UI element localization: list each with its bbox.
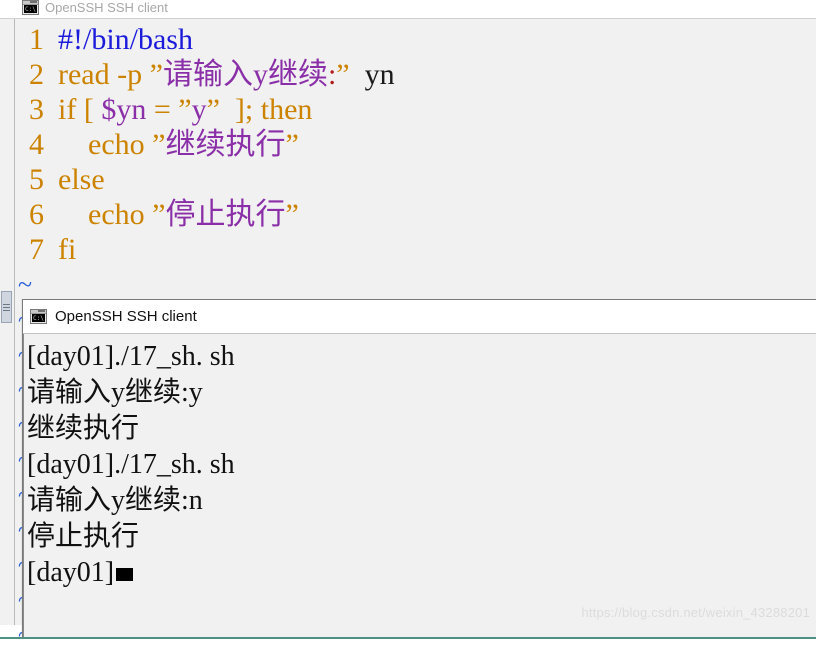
code-line: 7 fi xyxy=(18,232,808,267)
code-line: 5 else xyxy=(18,162,808,197)
code-line: 2 read -p ”请输入y继续:” yn xyxy=(18,57,808,92)
code-token-quote: ” xyxy=(336,58,350,91)
terminal-window[interactable]: C:\. OpenSSH SSH client [day01]./17_sh. … xyxy=(22,299,816,637)
code-token-string: y xyxy=(191,93,207,126)
code-token-string: 停止执行 xyxy=(165,198,286,231)
bottom-edge-strip xyxy=(0,637,816,643)
code-token-var: $yn xyxy=(101,93,147,126)
code-token-punct: [ xyxy=(83,93,94,126)
terminal-line: 请输入y继续:n xyxy=(27,483,816,519)
code-token-string: 继续执行 xyxy=(165,128,286,161)
terminal-line-text: [day01] xyxy=(27,557,115,588)
line-number: 1 xyxy=(29,23,44,56)
code-line: 6 echo ”停止执行” xyxy=(18,197,808,232)
terminal-line-text: 停止执行 xyxy=(27,521,140,552)
console-icon: C:\. xyxy=(22,0,39,15)
scrollbar-grip[interactable] xyxy=(3,304,10,311)
code-token-keyword: if xyxy=(58,93,77,126)
code-token-quote: ” xyxy=(152,198,166,231)
line-number: 3 xyxy=(29,93,44,126)
code-token-keyword: read xyxy=(58,58,110,91)
console-icon-screen: C:\. xyxy=(32,314,45,322)
terminal-line: [day01] xyxy=(27,555,816,591)
code-token-keyword: else xyxy=(58,163,105,196)
code-token-punct: ] xyxy=(234,93,245,126)
editor-scrollbar[interactable] xyxy=(1,291,12,323)
terminal-window-title: OpenSSH SSH client xyxy=(55,308,197,325)
terminal-body[interactable]: [day01]./17_sh. sh 请输入y继续:y 继续执行 [day01]./1… xyxy=(23,333,816,637)
terminal-line-text: 请输入y继续:y xyxy=(27,377,203,408)
code-token-quote: ” xyxy=(206,93,220,126)
terminal-line-text: 请输入y继续:n xyxy=(27,485,203,516)
code-token-quote: ” xyxy=(152,128,166,161)
code-token-keyword: echo xyxy=(88,128,145,161)
code-token-keyword: fi xyxy=(58,233,77,266)
line-number: 5 xyxy=(29,163,44,196)
console-icon-screen: C:\. xyxy=(24,4,37,13)
line-number: 2 xyxy=(29,58,44,91)
terminal-titlebar[interactable]: C:\. OpenSSH SSH client xyxy=(23,300,816,333)
code-token-quote: ” xyxy=(285,128,299,161)
editor-window-title: OpenSSH SSH client xyxy=(45,0,168,15)
code-area[interactable]: 1 #!/bin/bash 2 read -p ”请输入y继续:” yn 3 if [ $… xyxy=(18,22,808,267)
terminal-line: 继续执行 xyxy=(27,411,816,447)
code-line: 4 echo ”继续执行” xyxy=(18,127,808,162)
code-token-keyword: echo xyxy=(88,198,145,231)
code-line: 3 if [ $yn = ”y” ]; then xyxy=(18,92,808,127)
code-token-plain: yn xyxy=(364,58,395,91)
code-line: 1 #!/bin/bash xyxy=(18,22,808,57)
code-token-quote: ” xyxy=(178,93,192,126)
code-token-quote: ” xyxy=(285,198,299,231)
terminal-line: [day01]./17_sh. sh xyxy=(27,339,816,375)
terminal-left-rule xyxy=(23,334,24,637)
terminal-output: [day01]./17_sh. sh 请输入y继续:y 继续执行 [day01]./1… xyxy=(27,339,816,591)
terminal-line-text: 继续执行 xyxy=(27,413,140,444)
terminal-line-text: [day01]./17_sh. sh xyxy=(27,341,235,372)
line-number: 6 xyxy=(29,198,44,231)
code-token-quote: ” xyxy=(149,58,163,91)
watermark: https://blog.csdn.net/weixin_43288201 xyxy=(581,605,810,620)
code-token-comment: #!/bin/bash xyxy=(58,23,193,56)
line-number: 4 xyxy=(29,128,44,161)
terminal-line-text: [day01]./17_sh. sh xyxy=(27,449,235,480)
code-token-keyword: then xyxy=(260,93,313,126)
terminal-line: 停止执行 xyxy=(27,519,816,555)
code-token-op: = xyxy=(153,93,171,126)
console-icon: C:\. xyxy=(30,309,47,324)
editor-titlebar[interactable]: C:\. OpenSSH SSH client xyxy=(0,0,816,18)
terminal-line: [day01]./17_sh. sh xyxy=(27,447,816,483)
terminal-cursor xyxy=(116,568,134,581)
empty-line-marker: ~ xyxy=(18,270,33,299)
terminal-line: 请输入y继续:y xyxy=(27,375,816,411)
code-token-op: ; xyxy=(244,93,254,126)
code-token-keyword: -p xyxy=(117,58,143,91)
code-token-string: 请输入y继续 xyxy=(162,58,328,91)
line-number: 7 xyxy=(29,233,44,266)
